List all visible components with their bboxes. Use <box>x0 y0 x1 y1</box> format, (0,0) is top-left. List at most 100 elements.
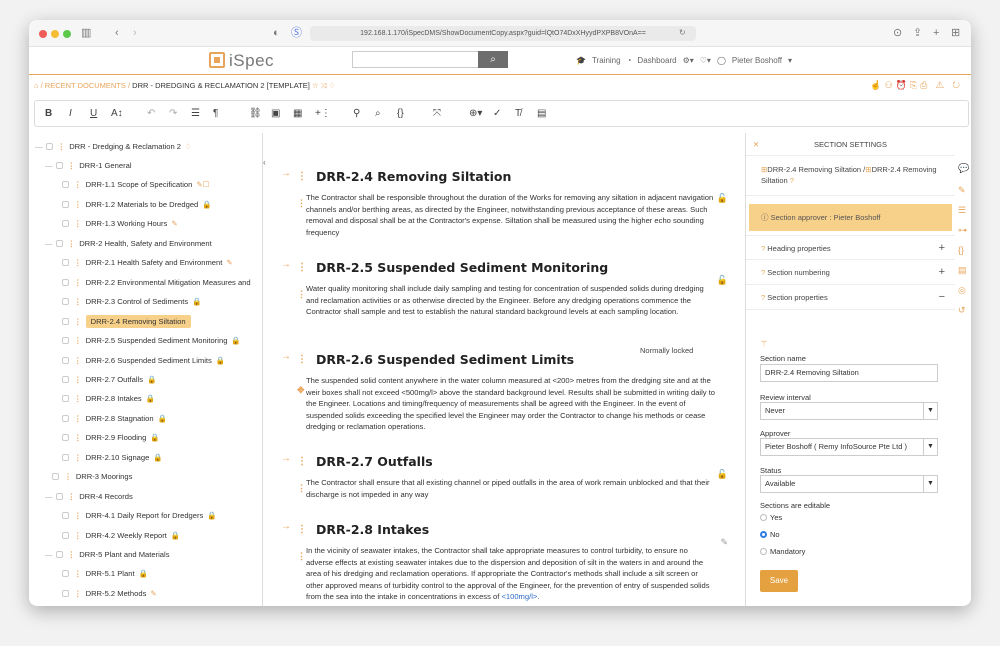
review-interval-select[interactable]: Never ▼ <box>760 402 938 420</box>
underline-button[interactable]: U <box>90 108 97 120</box>
search-button[interactable]: ⌕ <box>478 51 508 68</box>
drag-handle-icon[interactable]: ⋮ <box>74 258 82 267</box>
drag-handle-icon[interactable]: ⋮ <box>64 472 72 481</box>
tree-item[interactable]: ⋮ DRR-1.3 Working Hours ✎ <box>62 216 178 232</box>
section-heading[interactable]: DRR-2.5 Suspended Sediment Monitoring <box>316 260 608 275</box>
drag-handle-icon[interactable]: ⋮ <box>74 394 82 403</box>
tree-checkbox[interactable] <box>62 453 69 461</box>
drag-handle-icon[interactable]: ⋮ <box>297 354 307 365</box>
section-arrow-icon[interactable]: → <box>281 351 291 362</box>
save-button[interactable]: Save <box>760 570 798 592</box>
breadcrumb-recent[interactable]: / RECENT DOCUMENTS / <box>41 81 130 90</box>
tree-item[interactable]: ⋮ DRR-2.1 Health Safety and Environment ✎ <box>62 255 233 271</box>
tree-checkbox[interactable] <box>62 356 69 364</box>
section-heading[interactable]: DRR-2.6 Suspended Sediment Limits <box>316 352 574 367</box>
tree-item[interactable]: ⋮ DRR-4.2 Weekly Report 🔒 <box>62 528 180 544</box>
section-numbering-toggle[interactable]: ? Section numbering + <box>746 260 955 285</box>
collapse-left-icon[interactable]: ‹ <box>263 158 266 167</box>
section-arrow-icon[interactable]: → <box>281 521 291 532</box>
redo-icon[interactable]: ↷ <box>169 108 177 120</box>
drag-handle-icon[interactable]: ⋮ <box>297 524 307 535</box>
tree-checkbox[interactable] <box>62 512 69 520</box>
insert-icon[interactable]: +⋮ <box>315 108 331 120</box>
collapse-icon[interactable]: — <box>45 492 53 501</box>
extension-icon[interactable]: Ⓢ <box>291 27 302 39</box>
print-icon[interactable]: ⎙ <box>920 80 930 90</box>
tree-checkbox[interactable] <box>55 239 63 247</box>
tree-item[interactable]: ⋮ DRR-2.4 Removing Siltation <box>62 314 191 330</box>
attachment-icon[interactable]: ▤ <box>958 265 967 276</box>
drag-handle-icon[interactable]: ⋮ <box>74 453 82 462</box>
tree-checkbox[interactable] <box>62 200 69 208</box>
unlock-icon[interactable]: 🔓 <box>717 469 728 480</box>
section-path-parent[interactable]: DRR-2.4 Removing Siltation / <box>767 165 865 174</box>
tree-checkbox[interactable] <box>52 473 60 481</box>
italic-button[interactable]: I <box>69 108 72 120</box>
back-icon[interactable]: ‹ <box>115 27 119 39</box>
tree-checkbox[interactable] <box>62 531 69 539</box>
tree-checkbox[interactable] <box>62 589 69 597</box>
list-icon[interactable]: ☰ <box>958 205 966 216</box>
section-heading[interactable]: DRR-2.7 Outfalls <box>316 454 433 469</box>
section-body[interactable]: Water quality monitoring shall include d… <box>306 283 716 318</box>
drag-handle-icon[interactable]: ⋮ <box>68 492 76 501</box>
tree-item[interactable]: — ⋮ DRR-1 General <box>45 158 132 174</box>
drag-handle-icon[interactable]: ⋮ <box>297 289 306 300</box>
tree-item[interactable]: ⋮ DRR-2.8 Stagnation 🔒 <box>62 411 167 427</box>
tree-item[interactable]: ⋮ DRR-4.1 Daily Report for Dredgers 🔒 <box>62 508 217 524</box>
font-size-button[interactable]: A↕ <box>111 108 123 120</box>
section-heading[interactable]: DRR-2.8 Intakes <box>316 522 429 537</box>
drag-handle-icon[interactable]: ⋮ <box>68 161 76 170</box>
tree-checkbox[interactable] <box>62 395 69 403</box>
drag-handle-icon[interactable]: ⋮ <box>74 433 82 442</box>
tree-checkbox[interactable] <box>55 551 63 558</box>
paste-icon[interactable]: ▤ <box>537 108 546 120</box>
drag-handle-icon[interactable]: ⋮ <box>74 375 82 384</box>
ispec-logo[interactable]: iSpec <box>209 51 274 71</box>
drag-handle-icon[interactable]: ⋮ <box>297 456 307 467</box>
drag-handle-icon[interactable]: ⋮ <box>74 200 82 209</box>
address-bar[interactable]: 192.168.1.170/iSpecDMS/ShowDocumentCopy.… <box>310 26 696 41</box>
drag-handle-icon[interactable]: ⋮ <box>74 219 82 228</box>
unlock-icon[interactable]: 🔓 <box>717 275 728 286</box>
drag-handle-icon[interactable]: ⋮ <box>74 278 82 287</box>
tree-item[interactable]: ⋮ DRR-2.5 Suspended Sediment Monitoring 🔒 <box>62 333 241 349</box>
tree-item[interactable]: ⋮ DRR-2.3 Control of Sediments 🔒 <box>62 294 202 310</box>
reload-icon[interactable]: ↻ <box>679 27 686 39</box>
sidebar-toggle-icon[interactable]: ▥ <box>81 27 91 39</box>
warning-icon[interactable]: ⚠ <box>936 80 947 90</box>
star-icon[interactable]: ☆ <box>312 81 319 90</box>
nav-training[interactable]: Training <box>592 56 621 65</box>
tree-item[interactable]: — ⋮ DRR-5 Plant and Materials <box>45 547 170 563</box>
paragraph-icon[interactable]: ¶ <box>213 108 218 120</box>
section-name-input[interactable]: DRR-2.4 Removing Siltation <box>760 364 938 382</box>
tree-checkbox[interactable] <box>62 220 69 228</box>
fullscreen-icon[interactable]: ⤧ <box>433 108 441 120</box>
drag-handle-icon[interactable]: ⋮ <box>58 142 66 151</box>
tree-checkbox[interactable] <box>62 375 69 383</box>
editable-mandatory-radio[interactable]: Mandatory <box>760 547 805 556</box>
editable-yes-radio[interactable]: Yes <box>760 513 782 522</box>
drag-handle-icon[interactable]: ⋮ <box>74 531 82 540</box>
drag-handle-icon[interactable]: ⋮ <box>297 198 306 209</box>
align-icon[interactable]: ☰ <box>191 108 200 120</box>
tree-root[interactable]: — ⋮ DRR - Dredging & Reclamation 2 ♢ <box>35 139 192 155</box>
search-input[interactable] <box>352 51 479 68</box>
close-window-button[interactable] <box>39 30 47 38</box>
export-icon[interactable]: ⎘ <box>910 80 920 90</box>
drag-handle-icon[interactable]: ⋮ <box>74 414 82 423</box>
spellcheck-icon[interactable]: ✓ <box>493 108 501 120</box>
tree-item[interactable]: ⋮ DRR-2.10 Signage 🔒 <box>62 450 163 466</box>
note-icon[interactable]: ✎ <box>958 185 966 196</box>
thumbs-up-icon[interactable]: ☝ <box>870 80 884 90</box>
drag-handle-icon[interactable]: ⋮ <box>74 511 82 520</box>
drag-handle-icon[interactable]: ⋮ <box>74 336 82 345</box>
user-menu[interactable]: Pieter Boshoff <box>732 56 782 65</box>
anchor-icon[interactable]: ⚲ <box>353 108 360 120</box>
drag-handle-icon[interactable]: ⋮ <box>74 356 82 365</box>
section-arrow-icon[interactable]: → <box>281 453 291 464</box>
tree-checkbox[interactable] <box>55 162 63 169</box>
section-properties-toggle[interactable]: ? Section properties − <box>746 285 955 310</box>
new-tab-icon[interactable]: + <box>933 27 939 39</box>
section-arrow-icon[interactable]: → <box>281 168 291 179</box>
